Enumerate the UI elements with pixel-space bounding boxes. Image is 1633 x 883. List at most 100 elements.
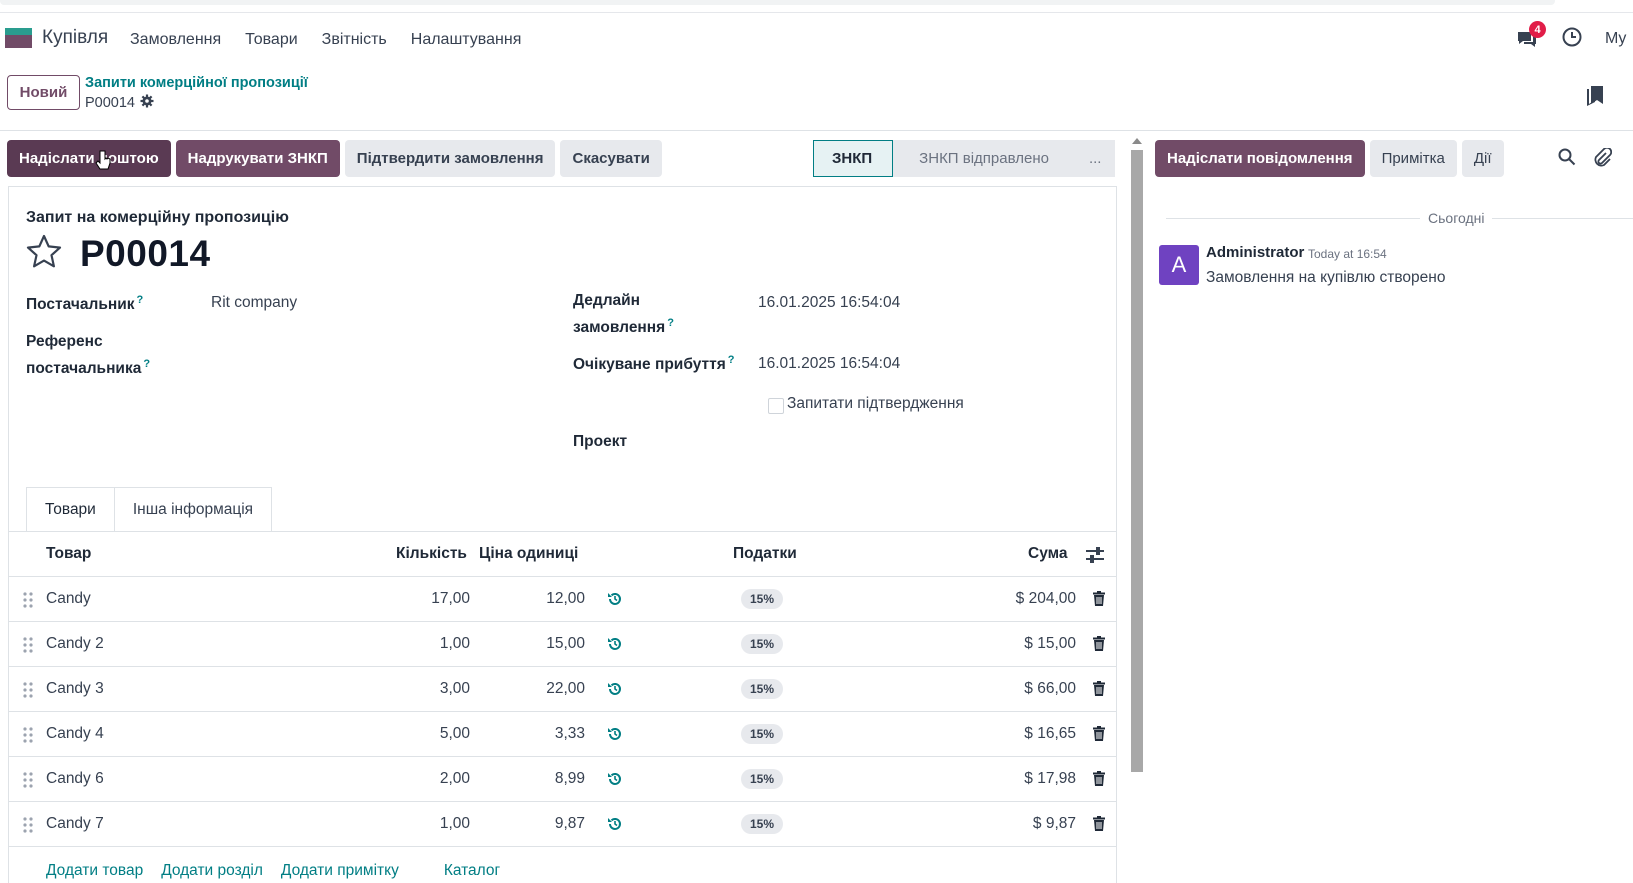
line-unit-price[interactable]: 15,00	[488, 635, 585, 653]
ask-confirmation-checkbox[interactable]	[768, 398, 784, 414]
log-note-button[interactable]: Примітка	[1369, 140, 1457, 177]
trash-icon[interactable]	[1093, 726, 1105, 745]
line-quantity[interactable]: 2,00	[378, 770, 470, 788]
order-deadline-field[interactable]: 16.01.2025 16:54:04	[758, 294, 900, 312]
trash-icon[interactable]	[1093, 681, 1105, 700]
menu-orders[interactable]: Замовлення	[130, 31, 221, 49]
catalog-link[interactable]: Каталог	[444, 862, 500, 880]
menu-configuration[interactable]: Налаштування	[411, 31, 522, 49]
drag-handle-icon[interactable]	[23, 592, 33, 612]
menu-reporting[interactable]: Звітність	[322, 31, 387, 49]
drag-handle-icon[interactable]	[23, 817, 33, 837]
drag-handle-icon[interactable]	[23, 637, 33, 657]
reset-price-icon[interactable]	[607, 771, 623, 791]
line-product[interactable]: Candy 6	[46, 770, 104, 788]
line-quantity[interactable]: 1,00	[378, 635, 470, 653]
optional-columns-icon[interactable]	[1086, 547, 1104, 567]
add-product-link[interactable]: Додати товар	[46, 862, 143, 880]
print-rfq-button[interactable]: Надрукувати ЗНКП	[175, 140, 340, 177]
line-unit-price[interactable]: 8,99	[488, 770, 585, 788]
paperclip-icon[interactable]	[1594, 146, 1613, 172]
line-quantity[interactable]: 17,00	[378, 590, 470, 608]
send-message-button[interactable]: Надіслати повідомлення	[1155, 140, 1365, 177]
tax-badge[interactable]: 15%	[741, 589, 784, 609]
activities-button[interactable]: Дії	[1461, 140, 1504, 177]
bookmark-icon[interactable]	[1587, 86, 1603, 110]
help-tooltip-icon[interactable]: ?	[728, 354, 735, 366]
reset-price-icon[interactable]	[607, 816, 623, 836]
menu-products[interactable]: Товари	[245, 31, 297, 49]
reset-price-icon[interactable]	[607, 591, 623, 611]
reset-price-icon[interactable]	[607, 726, 623, 746]
table-row[interactable]: Candy 4 5,00 3,33 15% $ 16,65	[8, 712, 1117, 757]
column-product[interactable]: Товар	[46, 545, 91, 563]
breadcrumb-rfq-link[interactable]: Запити комерційної пропозиції	[85, 75, 308, 91]
drag-handle-icon[interactable]	[23, 682, 33, 702]
line-product[interactable]: Candy 3	[46, 680, 104, 698]
vendor-field[interactable]: Rit company	[211, 294, 297, 312]
reset-price-icon[interactable]	[607, 636, 623, 656]
line-product[interactable]: Candy 7	[46, 815, 104, 833]
line-quantity[interactable]: 3,00	[378, 680, 470, 698]
table-row[interactable]: Candy 17,00 12,00 15% $ 204,00	[8, 577, 1117, 622]
trash-icon[interactable]	[1093, 591, 1105, 610]
table-row[interactable]: Candy 7 1,00 9,87 15% $ 9,87	[8, 802, 1117, 847]
tab-other-info[interactable]: Інша інформація	[114, 487, 273, 531]
help-tooltip-icon[interactable]: ?	[667, 317, 674, 329]
stage-rfq-sent[interactable]: ЗНКП відправлено	[893, 140, 1063, 177]
scrollbar-up-arrow[interactable]	[1132, 138, 1142, 144]
gear-icon[interactable]	[140, 94, 154, 112]
trash-icon[interactable]	[1093, 771, 1105, 790]
messaging-icon[interactable]: 4	[1515, 21, 1546, 51]
line-quantity[interactable]: 1,00	[378, 815, 470, 833]
avatar[interactable]: A	[1159, 245, 1199, 285]
trash-icon[interactable]	[1093, 636, 1105, 655]
column-taxes[interactable]: Податки	[733, 545, 797, 563]
line-unit-price[interactable]: 12,00	[488, 590, 585, 608]
user-menu[interactable]: My	[1605, 30, 1633, 48]
add-section-link[interactable]: Додати розділ	[161, 862, 263, 880]
tab-products[interactable]: Товари	[26, 487, 115, 531]
tax-badge[interactable]: 15%	[741, 814, 784, 834]
search-icon[interactable]	[1558, 148, 1576, 172]
app-name[interactable]: Купівля	[42, 27, 108, 49]
stage-more[interactable]: ...	[1062, 140, 1116, 177]
line-unit-price[interactable]: 9,87	[488, 815, 585, 833]
line-quantity[interactable]: 5,00	[378, 725, 470, 743]
app-logo-icon[interactable]	[5, 28, 32, 48]
tax-badge[interactable]: 15%	[741, 634, 784, 654]
vendor-reference-label: Референс постачальника?	[26, 333, 151, 378]
reset-price-icon[interactable]	[607, 681, 623, 701]
send-email-button[interactable]: Надіслати поштою	[7, 140, 171, 177]
column-amount[interactable]: Сума	[1028, 545, 1068, 563]
table-row[interactable]: Candy 3 3,00 22,00 15% $ 66,00	[8, 667, 1117, 712]
drag-handle-icon[interactable]	[23, 772, 33, 792]
message-author[interactable]: Administrator	[1206, 244, 1304, 261]
confirm-order-button[interactable]: Підтвердити замовлення	[344, 140, 556, 177]
tax-badge[interactable]: 15%	[741, 679, 784, 699]
message-date: Today at 16:54	[1308, 247, 1387, 261]
star-icon[interactable]	[26, 234, 62, 272]
add-note-link[interactable]: Додати примітку	[281, 862, 399, 880]
line-product[interactable]: Candy	[46, 590, 91, 608]
new-button[interactable]: Новий	[7, 75, 80, 110]
cancel-button[interactable]: Скасувати	[560, 140, 662, 177]
help-tooltip-icon[interactable]: ?	[137, 294, 144, 306]
line-product[interactable]: Candy 4	[46, 725, 104, 743]
expected-arrival-field[interactable]: 16.01.2025 16:54:04	[758, 355, 900, 373]
column-quantity[interactable]: Кількість	[396, 545, 467, 563]
line-unit-price[interactable]: 3,33	[488, 725, 585, 743]
tax-badge[interactable]: 15%	[741, 769, 784, 789]
line-product[interactable]: Candy 2	[46, 635, 104, 653]
scrollbar-thumb[interactable]	[1131, 150, 1143, 772]
stage-rfq[interactable]: ЗНКП	[813, 140, 894, 177]
activity-clock-icon[interactable]	[1561, 26, 1583, 52]
line-unit-price[interactable]: 22,00	[488, 680, 585, 698]
drag-handle-icon[interactable]	[23, 727, 33, 747]
trash-icon[interactable]	[1093, 816, 1105, 835]
table-row[interactable]: Candy 6 2,00 8,99 15% $ 17,98	[8, 757, 1117, 802]
tax-badge[interactable]: 15%	[741, 724, 784, 744]
help-tooltip-icon[interactable]: ?	[143, 358, 150, 370]
column-unit-price[interactable]: Ціна одиниці	[479, 545, 578, 563]
table-row[interactable]: Candy 2 1,00 15,00 15% $ 15,00	[8, 622, 1117, 667]
